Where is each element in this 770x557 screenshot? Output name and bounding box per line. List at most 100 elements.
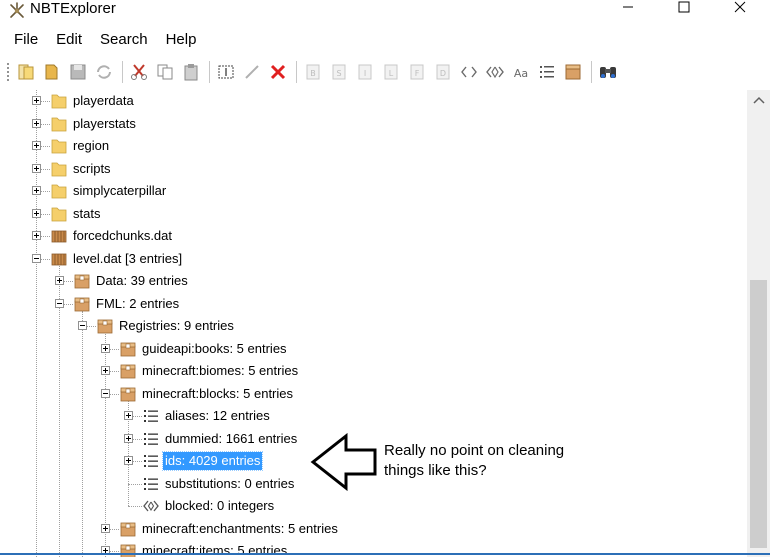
expand-plus-icon[interactable] (101, 523, 110, 533)
expand-plus-icon[interactable] (32, 163, 41, 173)
add-compound-button[interactable] (561, 60, 585, 84)
expand-plus-icon[interactable] (101, 366, 110, 375)
save-button[interactable] (66, 60, 90, 84)
scroll-up-button[interactable] (747, 90, 770, 110)
expand-plus-icon[interactable] (32, 208, 41, 218)
collapse-minus-icon[interactable] (55, 298, 64, 308)
add-short-button[interactable]: S (327, 60, 351, 84)
delete-button[interactable] (266, 60, 290, 84)
minimize-button[interactable] (605, 0, 651, 14)
scrollbar-thumb[interactable] (750, 280, 767, 548)
add-int-button[interactable]: I (353, 60, 377, 84)
cut-button[interactable] (127, 60, 151, 84)
compound-tag-icon (74, 297, 90, 311)
tree-node[interactable]: blocked: 0 integers (10, 495, 747, 517)
add-long-button[interactable]: L (379, 60, 403, 84)
nbt-tree[interactable]: playerdata playerstats region scripts simply… (10, 90, 747, 557)
add-float-button[interactable]: F (405, 60, 429, 84)
collapse-minus-icon[interactable] (101, 388, 110, 398)
svg-text:F: F (415, 69, 420, 78)
svg-text:L: L (389, 69, 394, 78)
tree-node-label: level.dat [3 entries] (73, 250, 183, 266)
annotation-arrow-icon (310, 433, 377, 491)
paste-button[interactable] (179, 60, 203, 84)
open-folder-button[interactable] (14, 60, 38, 84)
add-list-button[interactable] (535, 60, 559, 84)
tree-node[interactable]: guideapi:books: 5 entries (10, 338, 747, 360)
add-string-button[interactable]: Aa (509, 60, 533, 84)
tree-node-label: stats (73, 205, 101, 221)
tree-node[interactable]: stats (10, 203, 747, 225)
tree-node[interactable]: level.dat [3 entries] (10, 248, 747, 270)
folder-icon (51, 162, 67, 176)
open-folder-icon (18, 64, 34, 80)
menu-help[interactable]: Help (157, 28, 206, 52)
tree-node-label: scripts (73, 160, 111, 176)
add-list-icon (540, 66, 554, 78)
rename-icon (218, 65, 234, 79)
add-double-button[interactable]: D (431, 60, 455, 84)
menu-file[interactable]: File (0, 28, 47, 52)
open-file-button[interactable] (40, 60, 64, 84)
menu-edit[interactable]: Edit (47, 28, 91, 52)
tree-node[interactable]: scripts (10, 158, 747, 180)
expand-plus-icon[interactable] (124, 433, 133, 443)
expand-plus-icon[interactable] (32, 141, 41, 150)
refresh-button[interactable] (92, 60, 116, 84)
tree-node[interactable]: aliases: 12 entries (10, 405, 747, 427)
tree-node-label: blocked: 0 integers (165, 498, 275, 513)
add-float-icon: F (410, 64, 424, 80)
tree-node[interactable]: minecraft:biomes: 5 entries (10, 360, 747, 382)
expand-plus-icon[interactable] (124, 411, 133, 420)
expand-plus-icon[interactable] (101, 343, 110, 353)
tree-node[interactable]: minecraft:blocks: 5 entries (10, 383, 747, 405)
add-byte-button[interactable]: B (301, 60, 325, 84)
tree-node[interactable]: playerstats (10, 113, 747, 135)
rename-button[interactable] (214, 60, 238, 84)
tree-node[interactable]: playerdata (10, 90, 747, 112)
expand-plus-icon[interactable] (32, 118, 41, 128)
find-button[interactable] (596, 60, 620, 84)
expand-plus-icon[interactable] (55, 276, 64, 285)
toolbar-separator (209, 61, 210, 83)
tree-node[interactable]: Registries: 9 entries (10, 315, 747, 337)
tree-node-label: FML: 2 entries (96, 295, 180, 311)
list-tag-icon (144, 410, 158, 422)
expand-plus-icon[interactable] (124, 456, 133, 465)
add-string-icon: Aa (514, 67, 528, 80)
tree-node[interactable]: forcedchunks.dat (10, 225, 747, 247)
tree-node[interactable]: minecraft:enchantments: 5 entries (10, 518, 747, 540)
vertical-scrollbar[interactable] (747, 90, 770, 557)
folder-icon (51, 117, 67, 131)
add-int-icon: I (358, 64, 372, 80)
collapse-minus-icon[interactable] (32, 253, 41, 263)
add-short-icon: S (332, 64, 346, 80)
expand-plus-icon[interactable] (32, 186, 41, 195)
tree-node[interactable]: substitutions: 0 entries (10, 473, 747, 495)
tree-node[interactable]: simplycaterpillar (10, 180, 747, 202)
find-icon (600, 67, 616, 78)
menu-search[interactable]: Search (91, 28, 157, 52)
add-int-array-button[interactable] (483, 60, 507, 84)
toolbar: B S I L F D Aa (0, 56, 770, 88)
maximize-button[interactable] (661, 0, 707, 14)
copy-button[interactable] (153, 60, 177, 84)
toolbar-grip[interactable] (6, 62, 10, 82)
tree-node[interactable]: dummied: 1661 entries (10, 428, 747, 450)
tree-node-label: guideapi:books: 5 entries (142, 340, 287, 356)
tree-node-label: region (73, 138, 110, 153)
maximize-icon (678, 1, 690, 13)
paste-icon (184, 64, 198, 81)
add-byte-array-icon (461, 66, 477, 78)
tree-node[interactable]: FML: 2 entries (10, 293, 747, 315)
tree-node-label: aliases: 12 entries (165, 408, 270, 423)
add-byte-array-button[interactable] (457, 60, 481, 84)
tree-node[interactable]: region (10, 135, 747, 157)
tree-node[interactable]: Data: 39 entries (10, 270, 747, 292)
tree-node[interactable]: ids: 4029 entries (10, 450, 747, 472)
edit-button[interactable] (240, 60, 264, 84)
collapse-minus-icon[interactable] (78, 321, 87, 330)
expand-plus-icon[interactable] (32, 231, 41, 240)
expand-plus-icon[interactable] (32, 96, 41, 105)
close-button[interactable] (717, 0, 763, 14)
